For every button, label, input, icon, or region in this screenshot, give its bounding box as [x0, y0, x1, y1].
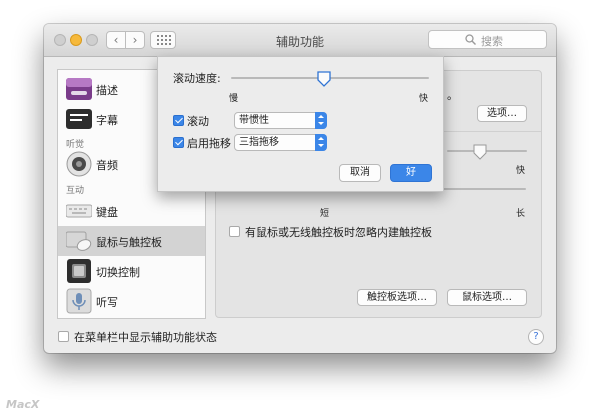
sidebar-item-keyboard[interactable]: 键盘 [58, 196, 205, 226]
sidebar-item-label: 键盘 [96, 206, 118, 219]
cancel-button[interactable]: 取消 [339, 164, 381, 182]
double-click-speed-thumb[interactable] [473, 144, 487, 160]
ignore-trackpad-checkbox[interactable] [229, 226, 240, 237]
sidebar-item-label: 听写 [96, 296, 118, 309]
partial-description-text: 。 [447, 89, 458, 102]
select-stepper-icon [315, 134, 327, 151]
mouse-options-button[interactable]: 鼠标选项… [447, 289, 527, 306]
sidebar-item-label: 音频 [96, 159, 118, 172]
search-field[interactable]: 搜索 [428, 30, 547, 49]
sidebar-item-label: 切换控制 [96, 266, 140, 279]
select-stepper-icon [315, 112, 327, 129]
drag-style-value: 三指拖移 [239, 137, 279, 148]
scroll-fast-label: 快 [419, 94, 429, 104]
delay-short-label: 短 [320, 209, 330, 219]
delay-long-label: 长 [516, 209, 526, 219]
trackpad-options-sheet: 滚动速度: 慢 快 滚动 带惯性 启用拖移 三指拖移 取消 好 [157, 56, 444, 192]
show-in-menu-checkbox[interactable] [58, 331, 69, 342]
trackpad-options-button[interactable]: 触控板选项… [357, 289, 437, 306]
ignore-trackpad-label: 有鼠标或无线触控板时忽略内建触控板 [245, 226, 432, 239]
search-icon [465, 34, 476, 45]
sidebar-item-label: 字幕 [96, 114, 118, 127]
double-click-speed-track[interactable] [447, 150, 527, 152]
sidebar-item-mouse-trackpad[interactable]: 鼠标与触控板 [58, 226, 205, 256]
scroll-speed-thumb[interactable] [317, 71, 331, 87]
help-button[interactable]: ? [528, 329, 544, 345]
captions-icon [66, 109, 92, 129]
enable-drag-label: 启用拖移 [187, 137, 231, 150]
speed-fast-label: 快 [516, 166, 526, 176]
search-placeholder: 搜索 [481, 35, 503, 48]
drag-style-select[interactable]: 三指拖移 [234, 134, 327, 151]
scrolling-style-value: 带惯性 [239, 115, 269, 126]
scrolling-style-select[interactable]: 带惯性 [234, 112, 327, 129]
sidebar-item-label: 描述 [96, 84, 118, 97]
enable-drag-checkbox[interactable] [173, 137, 184, 148]
options-button[interactable]: 选项… [477, 105, 527, 122]
display-description-icon [66, 78, 92, 100]
switch-control-icon [67, 259, 91, 283]
mouse-trackpad-icon [66, 231, 92, 251]
speaker-icon [66, 151, 92, 177]
sidebar-item-dictation[interactable]: 听写 [58, 286, 205, 316]
watermark-text: MacX [6, 398, 40, 411]
scrolling-label: 滚动 [187, 115, 209, 128]
sidebar-item-switch-control[interactable]: 切换控制 [58, 256, 205, 286]
scroll-slow-label: 慢 [229, 94, 239, 104]
sidebar-item-label: 鼠标与触控板 [96, 236, 162, 249]
title-bar: ‹ › 辅助功能 搜索 [44, 24, 556, 57]
scrolling-checkbox[interactable] [173, 115, 184, 126]
show-in-menu-label: 在菜单栏中显示辅助功能状态 [74, 331, 217, 344]
ok-button[interactable]: 好 [390, 164, 432, 182]
keyboard-icon [66, 204, 92, 218]
category-interaction: 互动 [66, 186, 85, 196]
microphone-icon [66, 288, 92, 314]
scroll-speed-label: 滚动速度: [173, 72, 221, 85]
